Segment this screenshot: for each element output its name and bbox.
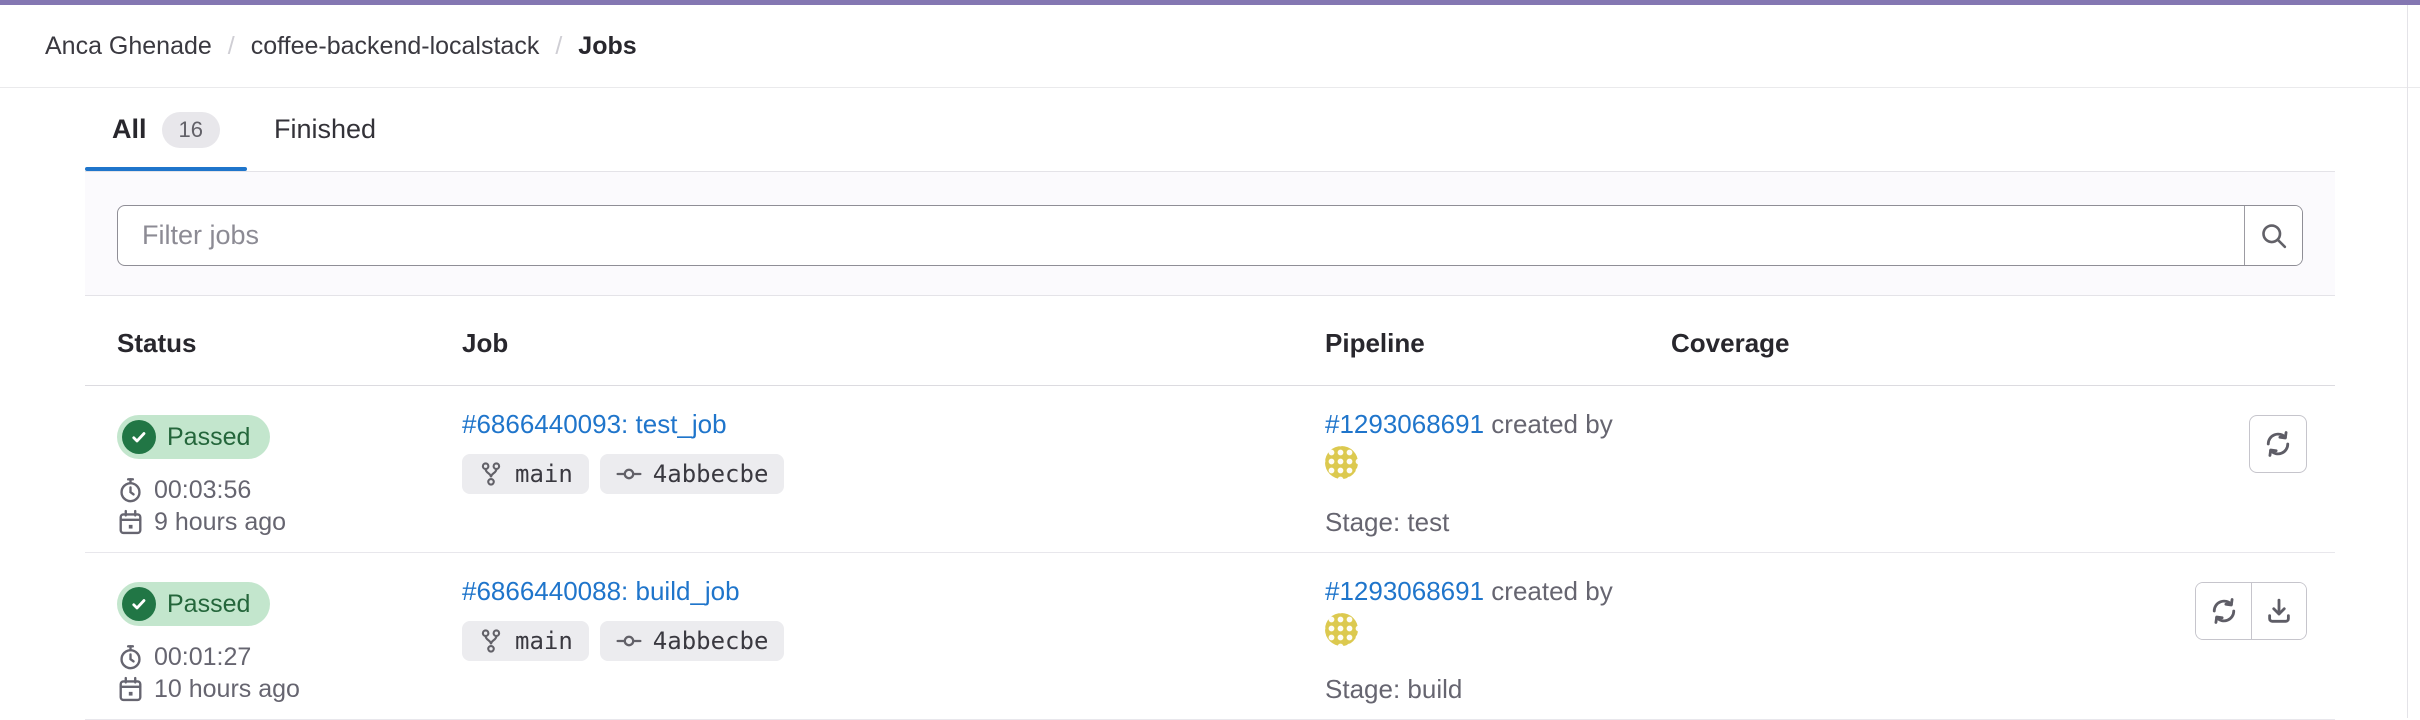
job-duration: 00:01:27 xyxy=(117,641,430,673)
tab-all-count-badge: 16 xyxy=(162,112,220,148)
job-age-value: 9 hours ago xyxy=(154,506,286,538)
branch-ref-pill[interactable]: main xyxy=(462,621,589,661)
branch-icon xyxy=(478,461,504,487)
actions-cell xyxy=(1969,386,2335,552)
job-cell: #6866440093: test_job main xyxy=(430,386,1293,552)
check-icon xyxy=(129,594,149,614)
job-age: 10 hours ago xyxy=(117,673,430,705)
header-job: Job xyxy=(430,296,1293,385)
status-badge-label: Passed xyxy=(167,590,250,619)
commit-ref-pill[interactable]: 4abbecbe xyxy=(600,454,785,494)
tab-finished-label: Finished xyxy=(274,114,376,145)
breadcrumb-separator: / xyxy=(228,32,235,61)
calendar-icon xyxy=(117,676,144,703)
job-row: Passed 00:03:56 xyxy=(85,386,2335,553)
retry-icon xyxy=(2263,429,2293,459)
pipeline-link[interactable]: #1293068691 xyxy=(1325,576,1484,606)
job-link[interactable]: #6866440088: build_job xyxy=(462,576,740,606)
check-icon xyxy=(129,427,149,447)
job-duration-value: 00:03:56 xyxy=(154,474,251,506)
pipeline-creator-avatar[interactable] xyxy=(1325,613,1358,646)
breadcrumb: Anca Ghenade / coffee-backend-localstack… xyxy=(45,32,637,61)
job-actions-group xyxy=(2195,582,2307,640)
retry-job-button[interactable] xyxy=(2249,415,2307,473)
branch-name: main xyxy=(515,460,573,488)
header-coverage: Coverage xyxy=(1639,296,1969,385)
coverage-cell xyxy=(1639,553,1969,719)
pipeline-link[interactable]: #1293068691 xyxy=(1325,409,1484,439)
job-age: 9 hours ago xyxy=(117,506,430,538)
search-icon xyxy=(2259,221,2289,251)
job-duration: 00:03:56 xyxy=(117,474,430,506)
breadcrumb-separator: / xyxy=(555,32,562,61)
filter-panel xyxy=(85,172,2335,296)
pipeline-stage: Stage: build xyxy=(1325,674,1639,705)
job-age-value: 10 hours ago xyxy=(154,673,300,705)
retry-icon xyxy=(2209,596,2239,626)
branch-ref-pill[interactable]: main xyxy=(462,454,589,494)
job-link[interactable]: #6866440093: test_job xyxy=(462,409,727,439)
header-actions xyxy=(1969,296,2335,385)
download-artifacts-button[interactable] xyxy=(2251,583,2306,639)
branch-icon xyxy=(478,628,504,654)
tab-finished[interactable]: Finished xyxy=(247,88,403,171)
branch-name: main xyxy=(515,627,573,655)
filter-input-group xyxy=(117,205,2303,266)
pipeline-stage: Stage: test xyxy=(1325,507,1639,538)
pipeline-info: #1293068691 created by xyxy=(1325,406,1625,480)
status-badge-label: Passed xyxy=(167,423,250,452)
breadcrumb-project-link[interactable]: coffee-backend-localstack xyxy=(251,32,540,61)
download-icon xyxy=(2264,596,2294,626)
pipeline-cell: #1293068691 created by Stage: test xyxy=(1293,386,1639,552)
search-button[interactable] xyxy=(2244,206,2302,265)
pipeline-creator-avatar[interactable] xyxy=(1325,446,1358,479)
breadcrumb-current-page: Jobs xyxy=(578,32,636,61)
job-refs: main 4abbecbe xyxy=(462,454,1293,494)
job-duration-value: 00:01:27 xyxy=(154,641,251,673)
status-check-circle xyxy=(122,420,156,454)
job-cell: #6866440088: build_job main xyxy=(430,553,1293,719)
filter-jobs-input[interactable] xyxy=(118,206,2244,265)
tab-all-label: All xyxy=(112,114,147,145)
jobs-table-header: Status Job Pipeline Coverage xyxy=(85,296,2335,386)
status-cell: Passed 00:01:27 xyxy=(85,553,430,719)
stopwatch-icon xyxy=(117,477,144,504)
jobs-page-content: All 16 Finished Status Job Pipeline xyxy=(85,88,2335,720)
tab-all[interactable]: All 16 xyxy=(85,88,247,171)
stopwatch-icon xyxy=(117,644,144,671)
pipeline-cell: #1293068691 created by Stage: build xyxy=(1293,553,1639,719)
calendar-icon xyxy=(117,509,144,536)
pipeline-info: #1293068691 created by xyxy=(1325,573,1625,647)
status-check-circle xyxy=(122,587,156,621)
pipeline-created-by-text: created by xyxy=(1491,576,1612,606)
job-refs: main 4abbecbe xyxy=(462,621,1293,661)
commit-icon xyxy=(616,628,642,654)
breadcrumb-bar: Anca Ghenade / coffee-backend-localstack… xyxy=(0,5,2420,88)
pipeline-created-by-text: created by xyxy=(1491,409,1612,439)
window-scrollbar[interactable] xyxy=(2407,5,2408,718)
commit-sha: 4abbecbe xyxy=(653,627,769,655)
commit-icon xyxy=(616,461,642,487)
status-cell: Passed 00:03:56 xyxy=(85,386,430,552)
status-badge-passed[interactable]: Passed xyxy=(117,582,270,626)
commit-ref-pill[interactable]: 4abbecbe xyxy=(600,621,785,661)
commit-sha: 4abbecbe xyxy=(653,460,769,488)
header-pipeline: Pipeline xyxy=(1293,296,1639,385)
coverage-cell xyxy=(1639,386,1969,552)
header-status: Status xyxy=(85,296,430,385)
actions-cell xyxy=(1969,553,2335,719)
status-badge-passed[interactable]: Passed xyxy=(117,415,270,459)
breadcrumb-group-link[interactable]: Anca Ghenade xyxy=(45,32,212,61)
retry-job-button[interactable] xyxy=(2196,583,2251,639)
job-row: Passed 00:01:27 xyxy=(85,553,2335,720)
jobs-tabs: All 16 Finished xyxy=(85,88,2335,172)
jobs-table: Status Job Pipeline Coverage Passed xyxy=(85,296,2335,720)
